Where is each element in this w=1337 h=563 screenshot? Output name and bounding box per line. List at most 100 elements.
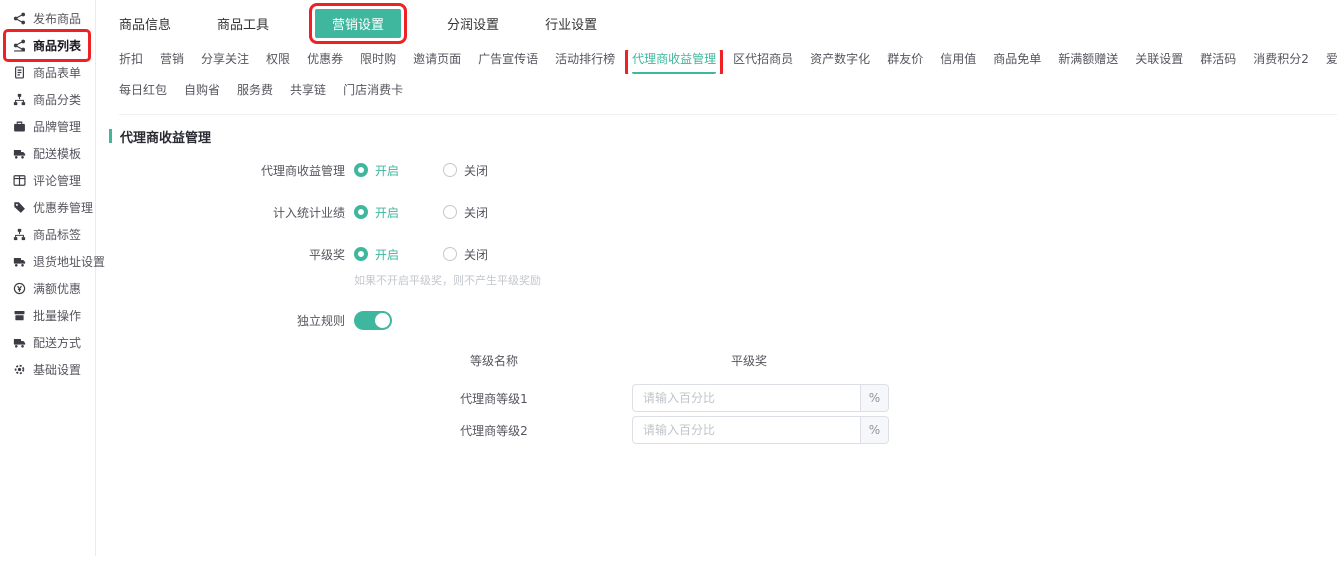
sub-tab[interactable]: 优惠券 [307,50,343,74]
sub-tab[interactable]: 门店消费卡 [343,81,403,105]
sidebar-item[interactable]: 批量操作 [6,302,88,329]
sub-tab[interactable]: 自购省 [184,81,220,105]
sidebar-item-label: 配送方式 [33,334,81,351]
sub-tab[interactable]: 区代招商员 [733,50,793,74]
sidebar-item-label: 评论管理 [33,172,81,189]
sidebar-item[interactable]: 配送模板 [6,140,88,167]
sub-tab-label: 消费积分2 [1253,52,1309,66]
header: 商品信息 商品工具 营销设置 分润设置 行业设置 折扣 营销 分享关注 [96,0,1337,115]
percentage-input-group: % [632,416,889,444]
form-row-agent-revenue: 代理商收益管理 开启 关闭 [109,160,1337,180]
primary-tab[interactable]: 营销设置 [315,9,401,38]
sub-tab-label: 限时购 [360,52,396,66]
table-row: 代理商等级2 % [379,416,1337,444]
section-title-bar [109,129,112,143]
sub-tab[interactable]: 权限 [266,50,290,74]
radio-option-off[interactable]: 关闭 [443,246,488,263]
radio-option-on[interactable]: 开启 [354,162,399,179]
sidebar-item[interactable]: 评论管理 [6,167,88,194]
sub-tab-label: 营销 [160,52,184,66]
radio-label: 开启 [375,204,399,221]
independent-rule-toggle[interactable] [354,311,392,330]
sub-tab[interactable]: 信用值 [940,50,976,74]
sidebar-item[interactable]: 退货地址设置 [6,248,88,275]
radio-option-off[interactable]: 关闭 [443,162,488,179]
primary-tab[interactable]: 行业设置 [545,14,597,33]
sub-tab[interactable]: 服务费 [237,81,273,105]
sub-tab-label: 信用值 [940,52,976,66]
radio-icon [354,205,368,219]
sub-tab[interactable]: 活动排行榜 [555,50,615,74]
sub-tab[interactable]: 消费积分2 [1253,50,1309,74]
percentage-cell: % [609,416,889,444]
settings-form: 代理商收益管理 开启 关闭 计入统计业绩 [109,160,1337,444]
sidebar-item[interactable]: 配送方式 [6,329,88,356]
sub-tab[interactable]: 爱心值A8 [1326,50,1337,74]
sub-tab[interactable]: 群友价 [887,50,923,74]
sidebar-item[interactable]: 商品列表 [6,32,88,59]
sub-tab[interactable]: 广告宣传语 [478,50,538,74]
sidebar-item[interactable]: 满额优惠 [6,275,88,302]
sidebar-item[interactable]: 商品标签 [6,221,88,248]
sub-tab[interactable]: 限时购 [360,50,396,74]
sub-tab[interactable]: 关联设置 [1135,50,1183,74]
brand-icon [13,120,26,133]
table-header-level-name: 等级名称 [379,352,609,369]
sub-tab[interactable]: 商品免单 [993,50,1041,74]
radio-label: 开启 [375,162,399,179]
percentage-input[interactable] [633,417,860,443]
sub-tab[interactable]: 新满额赠送 [1058,50,1118,74]
sub-tab[interactable]: 群活码 [1200,50,1236,74]
sub-tab-label: 分享关注 [201,52,249,66]
sidebar-item-label: 商品列表 [33,37,81,54]
sub-tab-label: 爱心值A8 [1326,52,1337,66]
primary-tab-label: 分润设置 [447,18,499,33]
sidebar-item[interactable]: 品牌管理 [6,113,88,140]
sidebar-item[interactable]: 商品分类 [6,86,88,113]
main-area: 商品信息 商品工具 营销设置 分润设置 行业设置 折扣 营销 分享关注 [96,0,1337,563]
sub-tab-label: 新满额赠送 [1058,52,1118,66]
primary-tab[interactable]: 分润设置 [447,14,499,33]
sub-tab[interactable]: 每日红包 [119,81,167,105]
sub-tab[interactable]: 营销 [160,50,184,74]
percentage-input[interactable] [633,385,860,411]
review-icon [13,174,26,187]
sub-tab-label: 优惠券 [307,52,343,66]
radio-icon [354,163,368,177]
sidebar-item[interactable]: 基础设置 [6,356,88,383]
percentage-cell: % [609,384,889,412]
sub-tab[interactable]: 邀请页面 [413,50,461,74]
sidebar-item-label: 满额优惠 [33,280,81,297]
radio-option-on[interactable]: 开启 [354,246,399,263]
sub-tab-label: 折扣 [119,52,143,66]
discount-icon [13,282,26,295]
sub-tab-label: 门店消费卡 [343,83,403,97]
level-name: 代理商等级1 [379,390,609,407]
primary-tabs: 商品信息 商品工具 营销设置 分润设置 行业设置 [119,10,1337,36]
sub-tab[interactable]: 资产数字化 [810,50,870,74]
sub-tab[interactable]: 共享链 [290,81,326,105]
publish-icon [13,12,26,25]
radio-label: 关闭 [464,204,488,221]
sidebar-item[interactable]: 商品表单 [6,59,88,86]
sub-tab[interactable]: 分享关注 [201,50,249,74]
settings-icon [13,363,26,376]
sidebar-item[interactable]: 发布商品 [6,5,88,32]
sidebar-item-label: 商品分类 [33,91,81,108]
radio-option-on[interactable]: 开启 [354,204,399,221]
primary-tab[interactable]: 商品信息 [119,14,171,33]
radio-icon [443,205,457,219]
radio-option-off[interactable]: 关闭 [443,204,488,221]
sub-tab[interactable]: 代理商收益管理 [632,50,716,74]
primary-tab[interactable]: 商品工具 [217,14,269,33]
radio-icon [443,247,457,261]
form-label: 计入统计业绩 [109,204,354,221]
category-icon [13,93,26,106]
form-row-hint: 如果不开启平级奖，则不产生平级奖励 [109,272,1337,288]
level-table: 等级名称 平级奖 代理商等级1 % [379,352,1337,444]
coupon-icon [13,201,26,214]
sidebar-item[interactable]: 优惠券管理 [6,194,88,221]
sub-tab[interactable]: 折扣 [119,50,143,74]
sub-tabs-row2: 每日红包 自购省 服务费 共享链 门店消费卡 [119,81,1337,105]
sub-tab-label: 关联设置 [1135,52,1183,66]
